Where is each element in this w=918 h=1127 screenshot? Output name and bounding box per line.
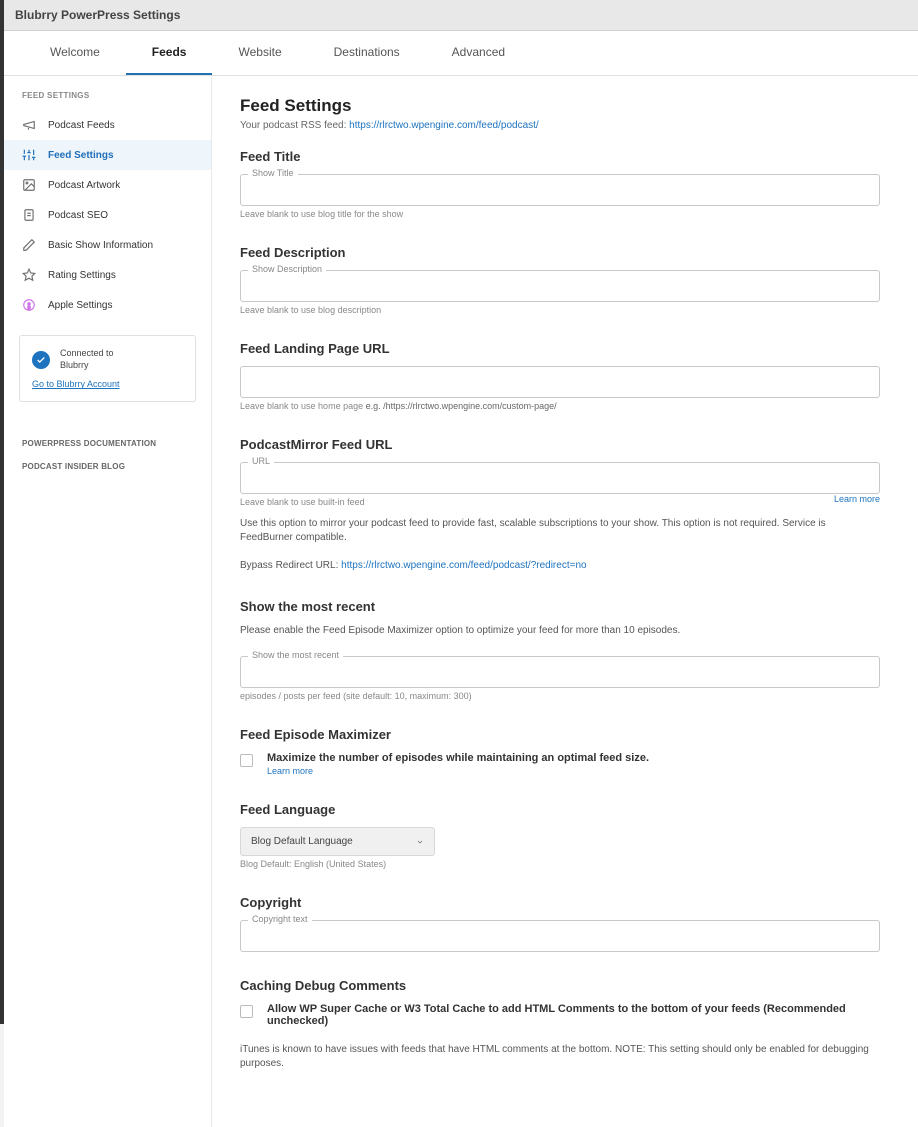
section-feed-title: Feed Title [240,149,880,164]
maximizer-learn-more-link[interactable]: Learn more [267,766,649,776]
sidebar-item-podcast-feeds[interactable]: Podcast Feeds [4,110,211,140]
megaphone-icon [22,118,36,132]
rss-feed-link[interactable]: https://rlrctwo.wpengine.com/feed/podcas… [349,120,539,131]
page-header-title: Blubrry PowerPress Settings [15,8,903,22]
landing-url-input[interactable] [240,366,880,398]
tab-welcome[interactable]: Welcome [24,31,126,75]
sidebar-item-podcast-artwork[interactable]: Podcast Artwork [4,170,211,200]
image-icon [22,178,36,192]
sidebar-heading: FEED SETTINGS [4,91,211,110]
link-podcast-insider-blog[interactable]: PODCAST INSIDER BLOG [4,458,211,475]
show-description-label: Show Description [248,264,326,274]
blubrry-status-box: Connected to Blubrry Go to Blubrry Accou… [19,335,196,402]
sidebar-item-podcast-seo[interactable]: Podcast SEO [4,200,211,230]
check-circle-icon [32,351,50,369]
show-description-help: Leave blank to use blog description [240,305,880,315]
mirror-description: Use this option to mirror your podcast f… [240,517,880,545]
bypass-redirect-link[interactable]: https://rlrctwo.wpengine.com/feed/podcas… [341,560,586,571]
header-bar: Blubrry PowerPress Settings [0,0,918,31]
recent-description: Please enable the Feed Episode Maximizer… [240,624,880,638]
star-icon [22,268,36,282]
section-mirror-url: PodcastMirror Feed URL [240,437,880,452]
copyright-label: Copyright text [248,914,312,924]
show-title-input[interactable] [240,174,880,206]
show-title-help: Leave blank to use blog title for the sh… [240,209,880,219]
mirror-url-input[interactable] [240,462,880,494]
sidebar: FEED SETTINGS Podcast Feeds Feed Setting… [4,76,212,1127]
mirror-url-help: Leave blank to use built-in feed [240,497,365,507]
section-copyright: Copyright [240,895,880,910]
tab-feeds[interactable]: Feeds [126,31,213,75]
maximizer-label: Maximize the number of episodes while ma… [267,752,649,764]
tab-advanced[interactable]: Advanced [426,31,531,75]
section-landing-url: Feed Landing Page URL [240,341,880,356]
sidebar-item-feed-settings[interactable]: Feed Settings [4,140,211,170]
tab-website[interactable]: Website [212,31,307,75]
sidebar-item-basic-show-info[interactable]: Basic Show Information [4,230,211,260]
caching-label: Allow WP Super Cache or W3 Total Cache t… [267,1003,880,1027]
sliders-icon [22,148,36,162]
rss-feed-line: Your podcast RSS feed: https://rlrctwo.w… [240,120,880,131]
maximizer-checkbox[interactable] [240,754,253,767]
show-description-input[interactable] [240,270,880,302]
bypass-redirect-line: Bypass Redirect URL: https://rlrctwo.wpe… [240,559,880,573]
page-title: Feed Settings [240,96,880,116]
landing-url-help: Leave blank to use home page e.g. /https… [240,401,880,411]
copyright-input[interactable] [240,920,880,952]
tab-destinations[interactable]: Destinations [308,31,426,75]
caching-description: iTunes is known to have issues with feed… [240,1043,880,1071]
section-caching: Caching Debug Comments [240,978,880,993]
section-maximizer: Feed Episode Maximizer [240,727,880,742]
caching-checkbox[interactable] [240,1005,253,1018]
mirror-learn-more-link[interactable]: Learn more [834,494,880,504]
sidebar-item-rating-settings[interactable]: Rating Settings [4,260,211,290]
section-language: Feed Language [240,802,880,817]
recent-help: episodes / posts per feed (site default:… [240,691,880,701]
blubrry-account-link[interactable]: Go to Blubrry Account [32,379,183,389]
mirror-url-label: URL [248,456,274,466]
language-help: Blog Default: English (United States) [240,859,880,869]
sidebar-item-apple-settings[interactable]: Apple Settings [4,290,211,320]
main-content: Feed Settings Your podcast RSS feed: htt… [212,76,918,1127]
link-powerpress-docs[interactable]: POWERPRESS DOCUMENTATION [4,435,211,452]
language-select[interactable]: Blog Default Language [240,827,435,856]
podcast-icon [22,298,36,312]
section-feed-description: Feed Description [240,245,880,260]
recent-input[interactable] [240,656,880,688]
show-title-label: Show Title [248,168,298,178]
pencil-icon [22,238,36,252]
recent-field-label: Show the most recent [248,650,343,660]
section-show-recent: Show the most recent [240,599,880,614]
tab-bar: Welcome Feeds Website Destinations Advan… [4,31,918,76]
clipboard-icon [22,208,36,222]
chevron-down-icon [416,838,424,846]
